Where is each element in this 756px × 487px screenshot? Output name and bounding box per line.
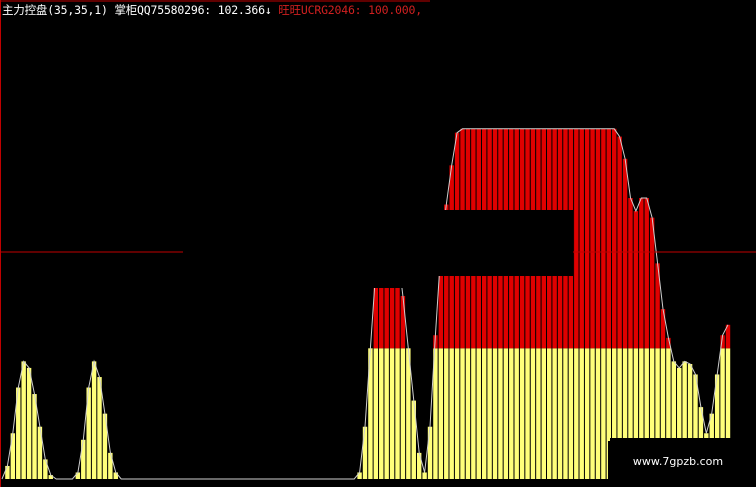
bar-lower [379, 348, 384, 479]
bar [75, 472, 81, 479]
bar-lower [384, 348, 389, 479]
bar-lower [449, 348, 454, 479]
indicator-name: 主力控盘 [2, 3, 48, 17]
bar [81, 439, 86, 479]
bar [21, 361, 26, 479]
series2-value: 100.000, [368, 3, 422, 17]
bar-lower [541, 348, 546, 479]
bar [357, 472, 362, 479]
bar-lower [481, 348, 487, 479]
bar-upper [400, 296, 406, 349]
bar-lower [460, 348, 465, 479]
series1-value: 102.366 [217, 3, 265, 17]
series1-label: 掌柜QQ75580296: [114, 3, 212, 17]
bar-lower [595, 348, 601, 479]
bar-upper [649, 217, 655, 349]
bar-lower [563, 348, 568, 479]
bar-lower [395, 348, 400, 479]
bar-upper [622, 158, 628, 349]
bar [362, 426, 368, 479]
bar [26, 367, 32, 479]
bar-lower [590, 348, 595, 479]
bar [5, 465, 10, 479]
bar [97, 377, 102, 479]
bar [91, 361, 97, 479]
bar [427, 426, 433, 479]
bar-lower [514, 348, 519, 479]
bar-upper [579, 128, 584, 349]
watermark: www.7gpzb.com [608, 441, 748, 481]
series2-label: 旺旺UCRG2046: [278, 3, 362, 17]
occlusion-block [183, 18, 416, 288]
watermark-text: www.7gpzb.com [632, 454, 724, 468]
bar-lower [465, 348, 471, 479]
bar-upper [617, 136, 622, 349]
bar-upper [633, 211, 639, 349]
bar-lower [400, 348, 406, 479]
bar-lower [487, 348, 492, 479]
bar-lower [601, 348, 606, 479]
bar-lower [579, 348, 584, 479]
bar-lower [530, 348, 536, 479]
bar-lower [574, 348, 579, 479]
bar-lower [509, 348, 514, 479]
bar-lower [454, 348, 460, 479]
bar-lower [547, 348, 552, 479]
bar-lower [552, 348, 557, 479]
bar-lower [438, 348, 444, 479]
bar-upper [584, 128, 590, 349]
bar-lower [471, 348, 476, 479]
bar-upper [639, 198, 644, 349]
bar-lower [373, 348, 379, 479]
bar-upper [574, 128, 579, 349]
bar-lower [498, 348, 503, 479]
occlusion-block [415, 210, 573, 276]
bar-upper [606, 128, 612, 349]
bar-lower [519, 348, 525, 479]
bar-upper [644, 198, 649, 349]
bar-lower [584, 348, 590, 479]
bar-upper [612, 128, 617, 349]
indicator-header: 主力控盘(35,35,1) 掌柜QQ75580296: 102.366↓ 旺旺U… [2, 2, 422, 18]
bar-lower [492, 348, 498, 479]
bar [32, 394, 37, 479]
bar-lower [525, 348, 530, 479]
bar-upper [628, 198, 633, 349]
bar-lower [557, 348, 563, 479]
bar [422, 472, 427, 479]
bar-lower [568, 348, 574, 479]
bar [43, 459, 48, 479]
bar-upper [595, 128, 601, 349]
bar-lower [444, 348, 449, 479]
down-arrow-icon: ↓ [264, 3, 272, 17]
bar-lower [503, 348, 509, 479]
bar-upper [590, 128, 595, 349]
indicator-params: (35,35,1) [47, 3, 108, 17]
area-chart [0, 0, 756, 487]
bar-lower [389, 348, 395, 479]
bar [113, 472, 118, 479]
bar-upper [601, 128, 606, 349]
bar-lower [476, 348, 481, 479]
bar-lower [536, 348, 541, 479]
